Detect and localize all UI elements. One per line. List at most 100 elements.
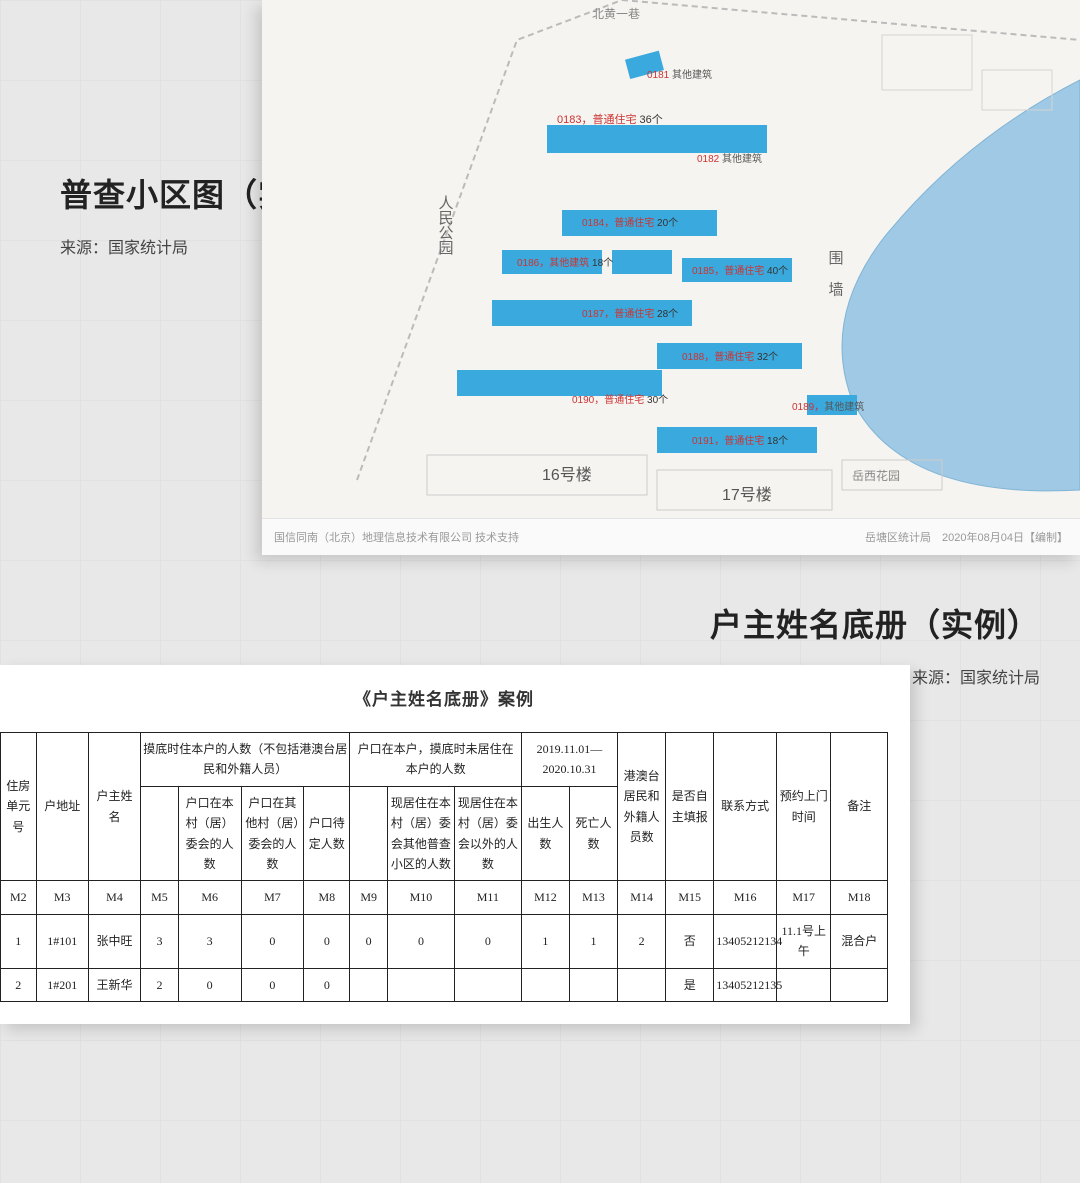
lbl-0189: 0189，其他建筑 [792,400,864,413]
col-address: 户地址 [36,733,88,881]
cell: 是 [666,968,714,1001]
code-M3: M3 [36,881,88,914]
garden-label: 岳西花园 [852,468,900,483]
cell [777,968,831,1001]
bldg-0183 [547,125,767,153]
lbl-0182: 0182 其他建筑 [697,152,762,165]
lbl-0184: 0184，普通住宅 20个 [582,216,678,229]
cell: 0 [454,914,521,968]
cell: 11.1号上午 [777,914,831,968]
form-card: 《户主姓名底册》案例 住房单元号 户地址 户主姓名 摸底时住本户的人数（不包括港… [0,665,910,1024]
code-M2: M2 [1,881,37,914]
lbl-0190: 0190，普通住宅 30个 [572,393,668,406]
cell: 2 [618,914,666,968]
col-hh-name: 户主姓名 [88,733,140,881]
lbl-0186: 0186，其他建筑 18个 [517,256,613,269]
cell: 1 [521,914,569,968]
table-row: 1 1#101 张中旺 3 3 0 0 0 0 0 1 1 2 否 134052… [1,914,888,968]
code-M18: M18 [831,881,888,914]
col-subtotal2 [350,786,388,881]
lbl-0191: 0191，普通住宅 18个 [692,434,788,447]
cell: 1 [1,914,37,968]
form-doc-title: 《户主姓名底册》案例 [0,685,888,710]
cell: 混合户 [831,914,888,968]
table-row: 2 1#201 王新华 2 0 0 0 是 13405212135 [1,968,888,1001]
cell: 0 [387,914,454,968]
col-group3: 2019.11.01—2020.10.31 [521,733,617,787]
bldg-0186b [612,250,672,274]
cell: 0 [241,968,304,1001]
cell: 2 [1,968,37,1001]
river-shape [842,80,1080,491]
bldg-0190 [457,370,662,396]
misc-outline-1 [882,35,972,90]
col-selfreport: 是否自主填报 [666,733,714,881]
col-other: 户口在其他村（居）委会的人数 [241,786,304,881]
col-group2: 户口在本户，摸底时未居住在本户的人数 [350,733,522,787]
col-appoint: 预约上门时间 [777,733,831,881]
code-M8: M8 [304,881,350,914]
cell [387,968,454,1001]
cell: 0 [241,914,304,968]
cell: 1 [569,914,617,968]
col-death: 死亡人数 [569,786,617,881]
table-code-row: M2 M3 M4 M5 M6 M7 M8 M9 M10 M11 M12 M13 … [1,881,888,914]
col-remark: 备注 [831,733,888,881]
wall-label: 围 墙 [827,250,844,302]
col-group1: 摸底时住本户的人数（不包括港澳台居民和外籍人员） [141,733,350,787]
lbl-0185: 0185，普通住宅 40个 [692,264,788,277]
road-top-label: 北黄一巷 [592,7,640,21]
cell: 0 [350,914,388,968]
col-local: 户口在本村（居）委会的人数 [178,786,241,881]
code-M11: M11 [454,881,521,914]
lbl-0187: 0187，普通住宅 28个 [582,307,678,320]
code-M13: M13 [569,881,617,914]
b17-label: 17号楼 [722,486,772,504]
park-label: 人民公园 [437,195,454,255]
col-live-other-zone: 现居住在本村（居）委会其他普查小区的人数 [387,786,454,881]
cell: 1#201 [36,968,88,1001]
col-subtotal1 [141,786,179,881]
section2-title: 户主姓名底册（实例） [710,600,1040,646]
cell: 0 [304,968,350,1001]
cell: 否 [666,914,714,968]
col-foreign: 港澳台居民和外籍人员数 [618,733,666,881]
map-area: 人民公园 围 墙 北黄一巷 0181 其他建筑 0183，普通住宅 36个 01… [262,0,1080,518]
cell [618,968,666,1001]
lbl-0188: 0188，普通住宅 32个 [682,350,778,363]
cell: 3 [141,914,179,968]
cell [569,968,617,1001]
census-map: 人民公园 围 墙 北黄一巷 0181 其他建筑 0183，普通住宅 36个 01… [262,0,1080,518]
map-footer-left: 国信同南（北京）地理信息技术有限公司 技术支持 [274,529,519,545]
household-table: 住房单元号 户地址 户主姓名 摸底时住本户的人数（不包括港澳台居民和外籍人员） … [0,732,888,1002]
cell [831,968,888,1001]
b16-label: 16号楼 [542,466,592,484]
code-M17: M17 [777,881,831,914]
cell: 3 [178,914,241,968]
code-M7: M7 [241,881,304,914]
code-M16: M16 [714,881,777,914]
cell: 0 [178,968,241,1001]
col-birth: 出生人数 [521,786,569,881]
cell: 13405212134 [714,914,777,968]
table-body: 1 1#101 张中旺 3 3 0 0 0 0 0 1 1 2 否 134052… [1,914,888,1001]
cell: 13405212135 [714,968,777,1001]
bldg16-outline [427,455,647,495]
col-contact: 联系方式 [714,733,777,881]
map-footer-right: 岳塘区统计局 2020年08月04日【编制】 [865,529,1068,545]
col-pending: 户口待定人数 [304,786,350,881]
cell: 张中旺 [88,914,140,968]
code-M10: M10 [387,881,454,914]
map-card: 人民公园 围 墙 北黄一巷 0181 其他建筑 0183，普通住宅 36个 01… [262,0,1080,555]
cell [454,968,521,1001]
lbl-0183: 0183，普通住宅 36个 [557,112,663,126]
code-M14: M14 [618,881,666,914]
cell: 王新华 [88,968,140,1001]
lbl-0181: 0181 其他建筑 [647,68,712,81]
map-footer: 国信同南（北京）地理信息技术有限公司 技术支持 岳塘区统计局 2020年08月0… [262,518,1080,555]
code-M6: M6 [178,881,241,914]
cell [350,968,388,1001]
cell: 0 [304,914,350,968]
table-header-row1: 住房单元号 户地址 户主姓名 摸底时住本户的人数（不包括港澳台居民和外籍人员） … [1,733,888,787]
col-unit-no: 住房单元号 [1,733,37,881]
